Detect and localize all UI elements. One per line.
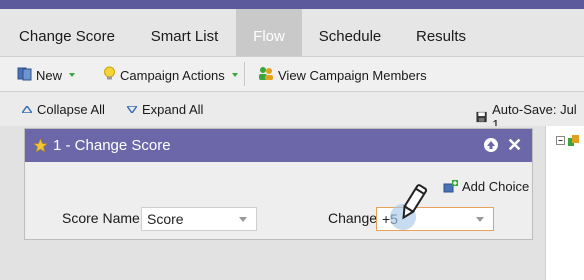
star-icon bbox=[33, 138, 48, 153]
tab-flow[interactable]: Flow bbox=[236, 9, 302, 56]
tab-schedule[interactable]: Schedule bbox=[302, 9, 398, 56]
tree-expand-icon[interactable] bbox=[556, 134, 582, 148]
campaign-actions-button[interactable]: Campaign Actions bbox=[103, 66, 238, 84]
tab-smart-list[interactable]: Smart List bbox=[134, 9, 235, 56]
flow-step-card: 1 - Change Score ✕ Add Choice Score Name… bbox=[24, 128, 533, 240]
toolbar: New Campaign Actions View Campaign Membe… bbox=[0, 56, 584, 92]
add-choice-button[interactable]: Add Choice bbox=[443, 179, 529, 194]
triangle-up-icon bbox=[22, 106, 32, 113]
members-icon bbox=[258, 66, 274, 84]
save-disk-icon bbox=[476, 111, 487, 123]
add-choice-icon bbox=[443, 179, 458, 192]
change-label: Change: bbox=[328, 210, 381, 226]
tab-results[interactable]: Results bbox=[398, 9, 484, 56]
score-name-select[interactable]: Score bbox=[141, 207, 257, 231]
flow-subbar: Collapse All Expand All Auto-Save: Jul 1… bbox=[0, 92, 584, 132]
pencil-cursor-icon bbox=[388, 180, 432, 239]
collapse-all-button[interactable]: Collapse All bbox=[22, 102, 105, 117]
chevron-down-icon bbox=[231, 73, 238, 77]
new-button-label: New bbox=[36, 67, 63, 83]
campaign-actions-label: Campaign Actions bbox=[120, 67, 225, 83]
score-name-value: Score bbox=[147, 211, 184, 227]
chevron-down-icon bbox=[239, 217, 247, 222]
flow-step-title: 1 - Change Score bbox=[53, 137, 171, 154]
flow-step-header[interactable]: 1 - Change Score ✕ bbox=[25, 129, 532, 162]
toolbar-divider bbox=[244, 62, 245, 86]
lightbulb-icon bbox=[103, 66, 116, 84]
add-choice-label: Add Choice bbox=[462, 179, 530, 194]
view-campaign-members-label: View Campaign Members bbox=[278, 67, 427, 83]
tab-bar: Change Score Smart List Flow Schedule Re… bbox=[0, 9, 584, 56]
triangle-down-icon bbox=[127, 106, 137, 113]
score-name-label: Score Name: bbox=[62, 210, 144, 226]
top-accent-bar bbox=[0, 0, 584, 9]
expand-all-label: Expand All bbox=[142, 102, 204, 117]
close-icon[interactable]: ✕ bbox=[507, 136, 522, 154]
chevron-down-icon bbox=[69, 73, 76, 77]
new-button[interactable]: New bbox=[17, 66, 76, 84]
expand-all-button[interactable]: Expand All bbox=[127, 102, 203, 117]
new-campaign-icon bbox=[17, 66, 32, 84]
collapse-all-label: Collapse All bbox=[37, 102, 105, 117]
move-up-icon[interactable] bbox=[484, 138, 498, 152]
tab-change-score[interactable]: Change Score bbox=[0, 9, 134, 56]
view-campaign-members-button[interactable]: View Campaign Members bbox=[258, 66, 427, 84]
chevron-down-icon bbox=[476, 217, 484, 222]
flow-actions-pane bbox=[545, 126, 584, 280]
